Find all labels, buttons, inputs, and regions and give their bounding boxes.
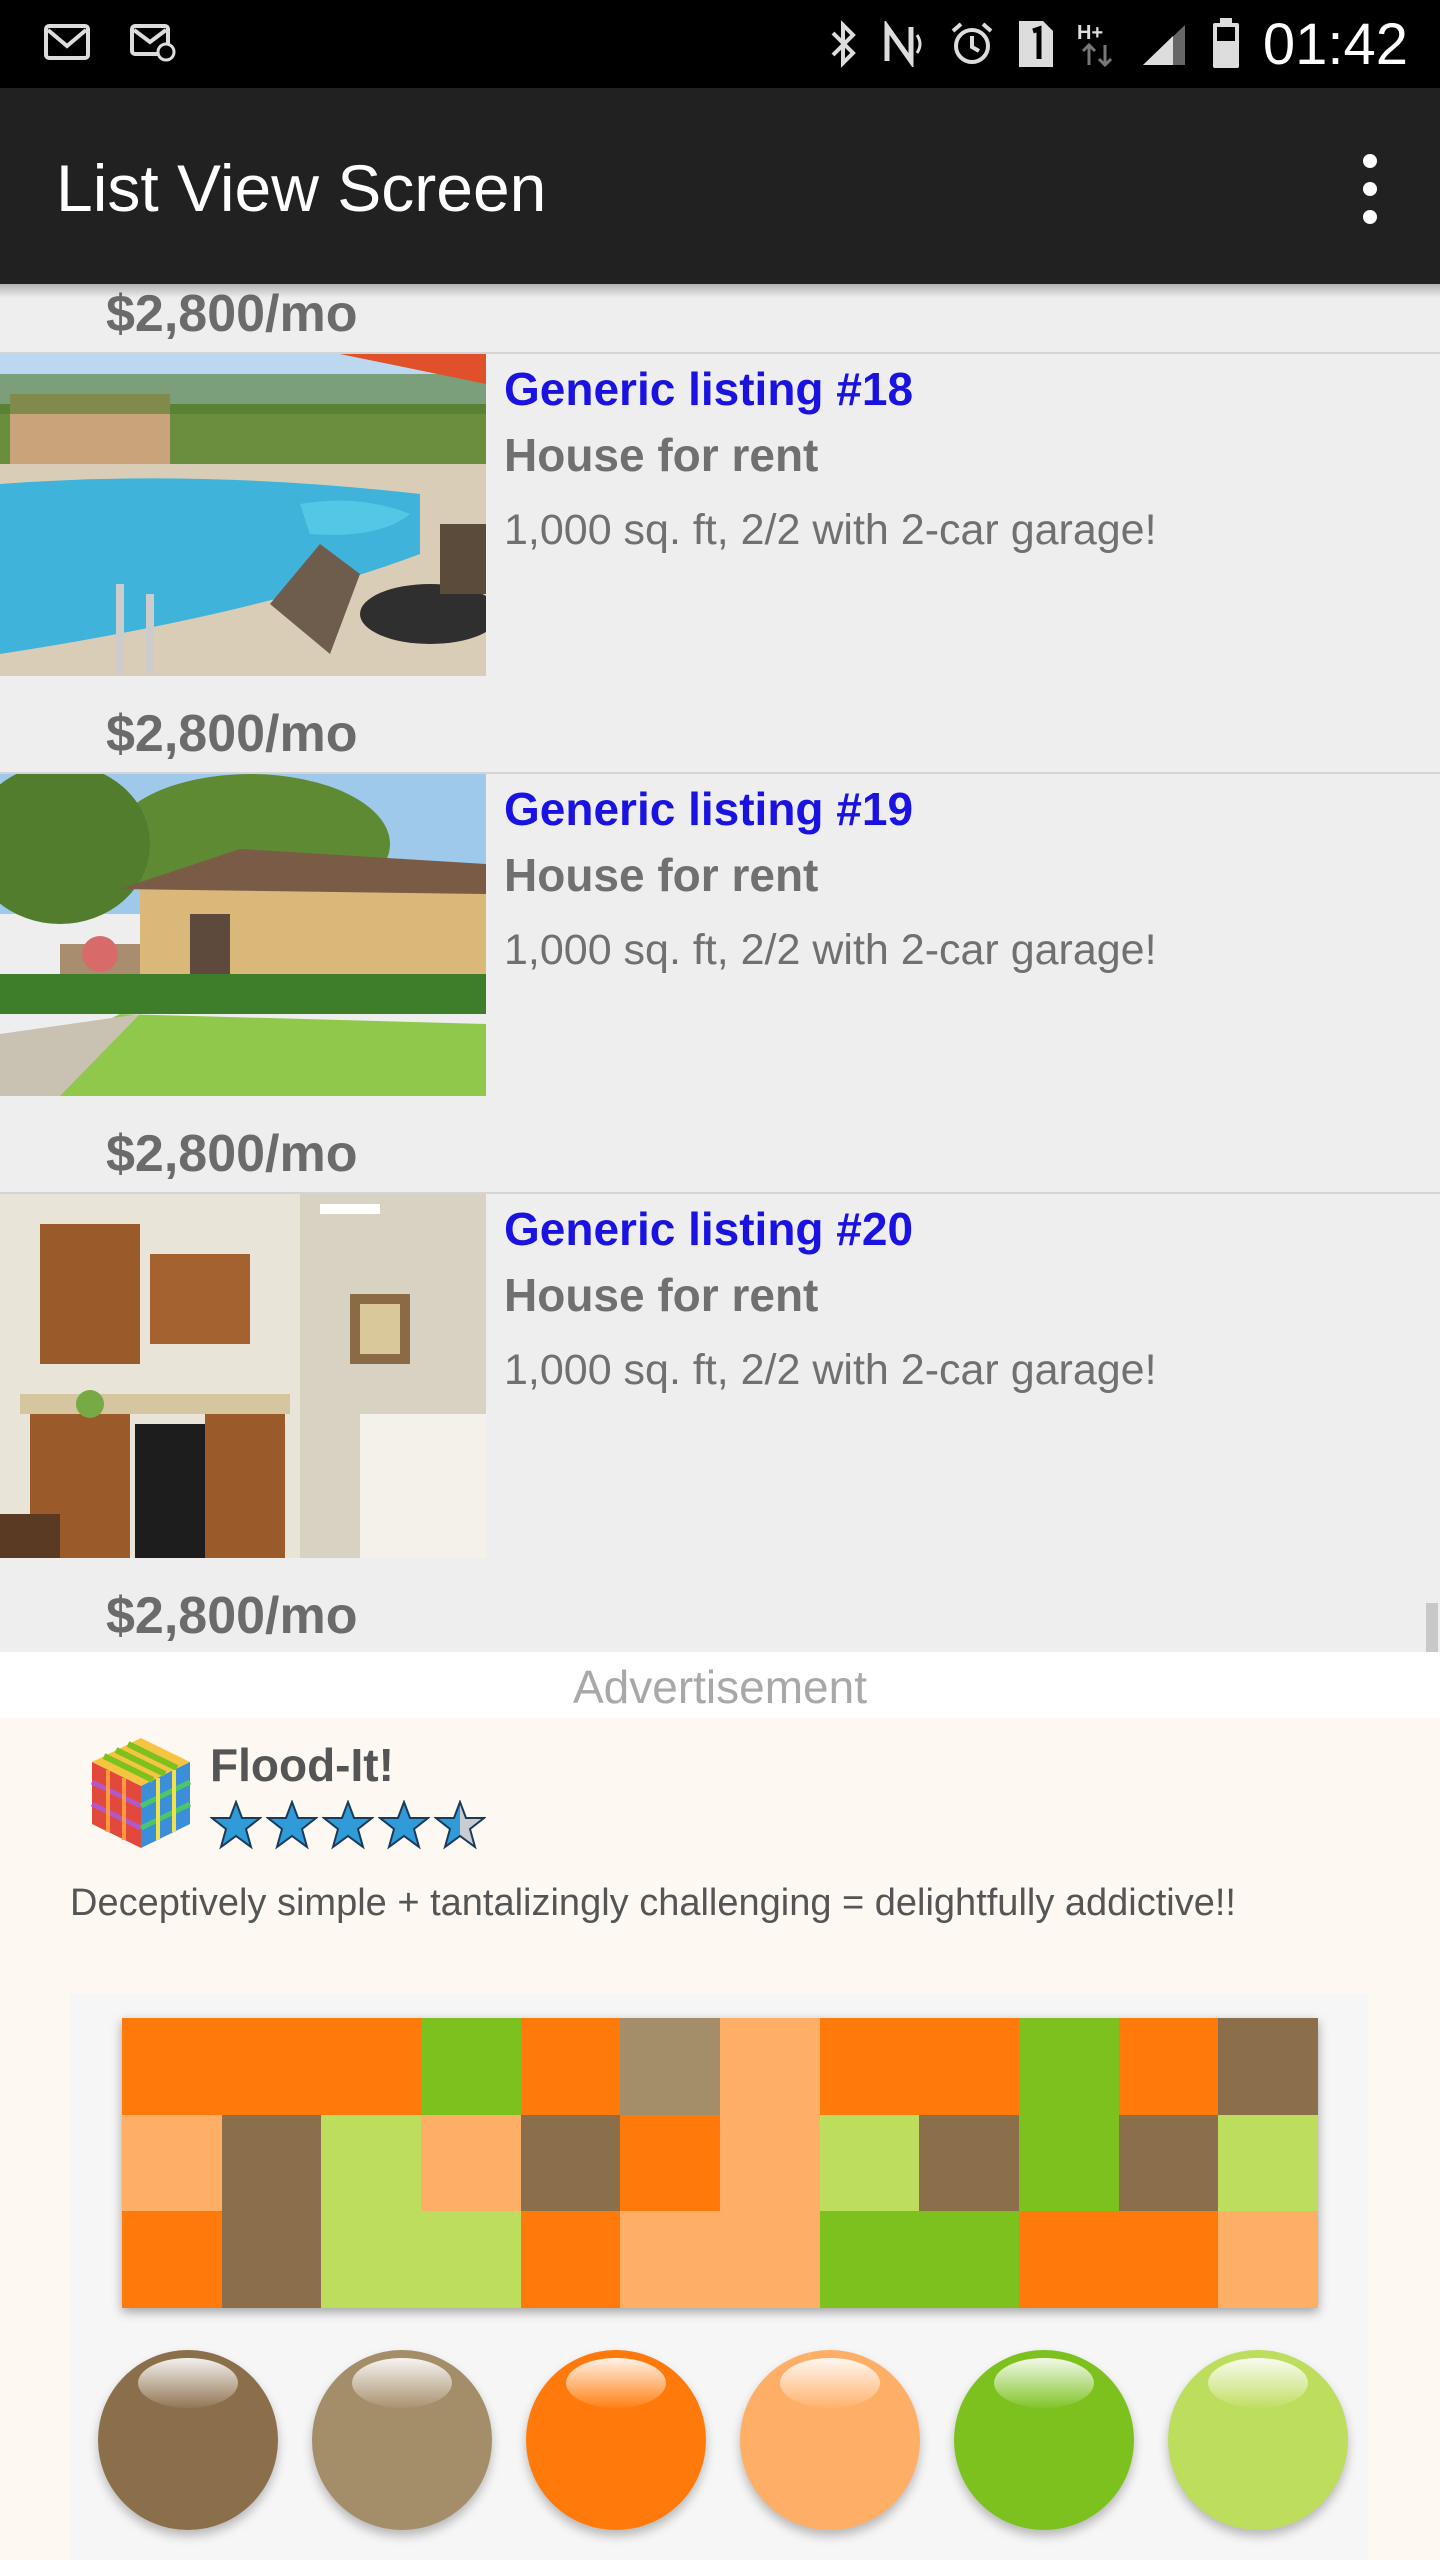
- rating-stars: [210, 1800, 486, 1850]
- board-cell: [122, 2114, 222, 2212]
- more-vert-icon[interactable]: [1340, 144, 1400, 234]
- listing-description: 1,000 sq. ft, 2/2 with 2-car garage!: [504, 506, 1157, 554]
- board-cell: [420, 2211, 521, 2308]
- ad-label: Advertisement: [572, 1661, 867, 1713]
- board-cell: [819, 2114, 920, 2212]
- board-cell: [1118, 2018, 1219, 2115]
- page-title: List View Screen: [56, 151, 547, 225]
- board-cell: [919, 2114, 1019, 2212]
- board-cell: [520, 2114, 621, 2212]
- color-ball: [740, 2350, 920, 2530]
- board-cell: [321, 2114, 421, 2212]
- bluetooth-icon: [829, 19, 859, 69]
- board-cell: [620, 2018, 720, 2115]
- listing-photo-kitchen: [0, 1194, 486, 1558]
- star-icon: [210, 1800, 262, 1850]
- ad-app-name[interactable]: Flood-It!: [210, 1738, 394, 1792]
- board-cell: [1218, 2114, 1318, 2212]
- board-cell: [122, 2211, 222, 2308]
- listing-photo-house: [0, 774, 486, 1096]
- app-bar-shadow: [0, 284, 1440, 298]
- color-ball: [98, 2350, 278, 2530]
- star-icon: [322, 1800, 374, 1850]
- listing-price: $2,800/mo: [106, 1587, 358, 1645]
- game-board: [122, 2018, 1318, 2308]
- listing-type: House for rent: [504, 849, 819, 901]
- gmail-icon: [44, 22, 90, 62]
- color-ball: [954, 2350, 1134, 2530]
- system-icons: H+ 01:42: [829, 12, 1408, 77]
- board-cell: [1218, 2018, 1318, 2115]
- listing-description: 1,000 sq. ft, 2/2 with 2-car garage!: [504, 1346, 1157, 1394]
- notification-icons: [44, 22, 176, 62]
- board-cell: [1018, 2018, 1119, 2115]
- ad-screenshot[interactable]: [70, 1994, 1368, 2560]
- board-cell: [321, 2211, 421, 2308]
- board-cell: [1218, 2211, 1318, 2308]
- star-icon: [378, 1800, 430, 1850]
- board-cell: [1118, 2114, 1219, 2212]
- ad-label-bar: Advertisement: [0, 1652, 1440, 1718]
- listing-type: House for rent: [504, 1269, 819, 1321]
- color-ball: [526, 2350, 706, 2530]
- board-cell: [620, 2114, 720, 2212]
- board-cell: [719, 2114, 820, 2212]
- board-cell: [1018, 2114, 1119, 2212]
- app-bar: List View Screen: [0, 88, 1440, 284]
- star-icon: [266, 1800, 318, 1850]
- board-cell: [520, 2018, 621, 2115]
- board-cell: [719, 2211, 820, 2308]
- hplus-data-icon: H+: [1077, 19, 1117, 69]
- color-buttons: [98, 2350, 1348, 2530]
- color-ball: [1168, 2350, 1348, 2530]
- listing-title[interactable]: Generic listing #20: [504, 1202, 913, 1256]
- battery-icon: [1211, 18, 1241, 70]
- board-cell: [719, 2018, 820, 2115]
- board-cell: [321, 2018, 421, 2115]
- listing-type: House for rent: [504, 429, 819, 481]
- nfc-icon: [881, 21, 927, 67]
- color-ball: [312, 2350, 492, 2530]
- ad-description: Deceptively simple + tantalizingly chall…: [70, 1882, 1236, 1924]
- listing-price: $2,800/mo: [106, 1125, 358, 1183]
- listing-list[interactable]: $2,800/mo Generic listing #18 House for …: [0, 284, 1440, 1652]
- sim-1-icon: [1017, 19, 1055, 69]
- board-cell: [221, 2018, 322, 2115]
- board-cell: [819, 2211, 920, 2308]
- board-cell: [221, 2114, 322, 2212]
- flood-it-app-icon[interactable]: [86, 1734, 196, 1852]
- half-star-icon: [434, 1800, 486, 1850]
- listing-price: $2,800/mo: [106, 705, 358, 763]
- alarm-icon: [949, 21, 995, 67]
- board-cell: [1018, 2211, 1119, 2308]
- board-cell: [819, 2018, 920, 2115]
- board-cell: [420, 2114, 521, 2212]
- svg-text:H+: H+: [1077, 22, 1103, 44]
- status-bar: H+ 01:42: [0, 0, 1440, 88]
- board-cell: [620, 2211, 720, 2308]
- board-cell: [919, 2018, 1019, 2115]
- signal-icon: [1139, 21, 1189, 67]
- board-cell: [1118, 2211, 1219, 2308]
- board-cell: [520, 2211, 621, 2308]
- listing-title[interactable]: Generic listing #19: [504, 782, 913, 836]
- listing-photo-pool: [0, 354, 486, 676]
- advertisement-banner[interactable]: Advertisement Flood-It! Deceptively simp…: [0, 1652, 1440, 2560]
- board-cell: [221, 2211, 322, 2308]
- board-cell: [122, 2018, 222, 2115]
- board-cell: [420, 2018, 521, 2115]
- clock: 01:42: [1262, 11, 1408, 77]
- board-cell: [919, 2211, 1019, 2308]
- listing-title[interactable]: Generic listing #18: [504, 362, 913, 416]
- listing-description: 1,000 sq. ft, 2/2 with 2-car garage!: [504, 926, 1157, 974]
- email-icon: [130, 22, 176, 62]
